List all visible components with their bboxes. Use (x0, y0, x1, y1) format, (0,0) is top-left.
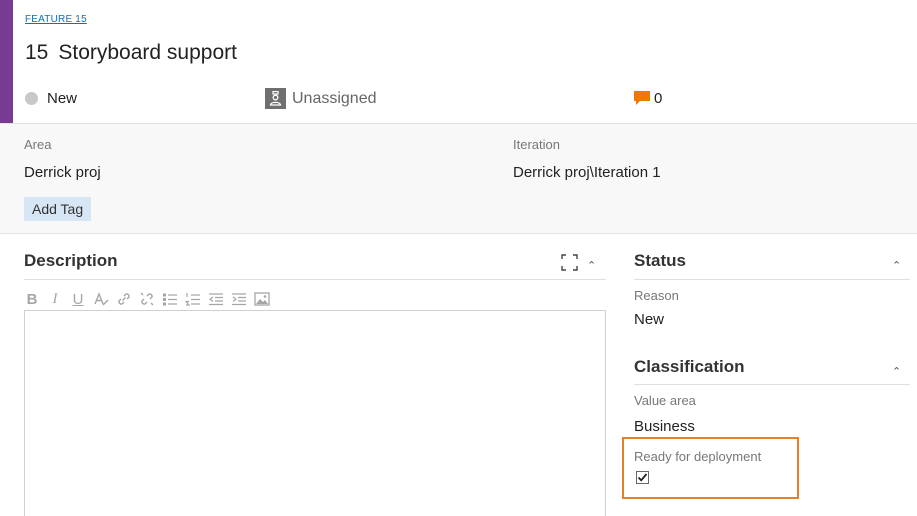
work-item-fields-bar: Area Derrick proj Iteration Derrick proj… (0, 123, 917, 234)
checkmark-icon (637, 473, 648, 482)
reason-label: Reason (634, 288, 679, 303)
user-badge-icon (265, 88, 286, 109)
comments-button[interactable]: 0 (634, 90, 662, 107)
area-label: Area (24, 137, 52, 152)
iteration-field[interactable]: Derrick proj\Iteration 1 (513, 164, 661, 181)
description-heading-rule (24, 279, 606, 280)
italic-icon[interactable]: I (47, 290, 63, 308)
iteration-label: Iteration (513, 137, 560, 152)
ready-for-deployment-highlight (622, 437, 799, 499)
add-tag-button[interactable]: Add Tag (24, 197, 92, 221)
description-collapse-chevron-up-icon[interactable]: ⌃ (587, 259, 596, 272)
work-item-type-link[interactable]: FEATURE 15 (25, 14, 87, 25)
unlink-icon[interactable] (139, 290, 155, 308)
fullscreen-icon[interactable] (561, 254, 578, 276)
link-icon[interactable] (116, 290, 132, 308)
reason-field[interactable]: New (634, 311, 664, 328)
comment-count: 0 (654, 90, 663, 107)
bold-icon[interactable]: B (24, 290, 40, 308)
classification-heading-rule (634, 384, 910, 385)
status-heading-rule (634, 279, 910, 280)
description-editor[interactable] (24, 310, 606, 516)
work-item-title[interactable]: 15 Storyboard support (25, 41, 237, 65)
value-area-field[interactable]: Business (634, 418, 695, 435)
description-heading: Description (24, 251, 118, 270)
bulleted-list-icon[interactable] (162, 290, 178, 308)
area-field[interactable]: Derrick proj (24, 164, 101, 181)
rich-text-toolbar: B I U (24, 288, 277, 310)
value-area-label: Value area (634, 393, 696, 408)
ready-for-deployment-checkbox[interactable] (636, 471, 649, 484)
highlight-icon[interactable] (93, 290, 109, 308)
underline-icon[interactable]: U (70, 290, 86, 308)
status-collapse-chevron-up-icon[interactable]: ⌃ (892, 259, 901, 272)
state-label: New (47, 90, 78, 107)
status-heading: Status (634, 251, 686, 270)
work-item-type-color-bar (0, 0, 13, 123)
decrease-indent-icon[interactable] (208, 290, 224, 308)
state-dot-icon (25, 92, 38, 105)
speech-bubble-icon (634, 91, 650, 106)
work-item-id: 15 (25, 41, 49, 64)
assignee-picker[interactable]: Unassigned (265, 88, 377, 109)
classification-heading: Classification (634, 357, 745, 376)
increase-indent-icon[interactable] (231, 290, 247, 308)
work-item-header: FEATURE 15 15 Storyboard support New Unas… (0, 0, 917, 123)
state-picker[interactable]: New (25, 90, 77, 107)
insert-image-icon[interactable] (254, 290, 270, 308)
classification-collapse-chevron-up-icon[interactable]: ⌃ (892, 365, 901, 378)
numbered-list-icon[interactable] (185, 290, 201, 308)
assignee-label: Unassigned (292, 89, 377, 107)
ready-for-deployment-label: Ready for deployment (634, 449, 762, 464)
work-item-title-text[interactable]: Storyboard support (58, 41, 237, 64)
